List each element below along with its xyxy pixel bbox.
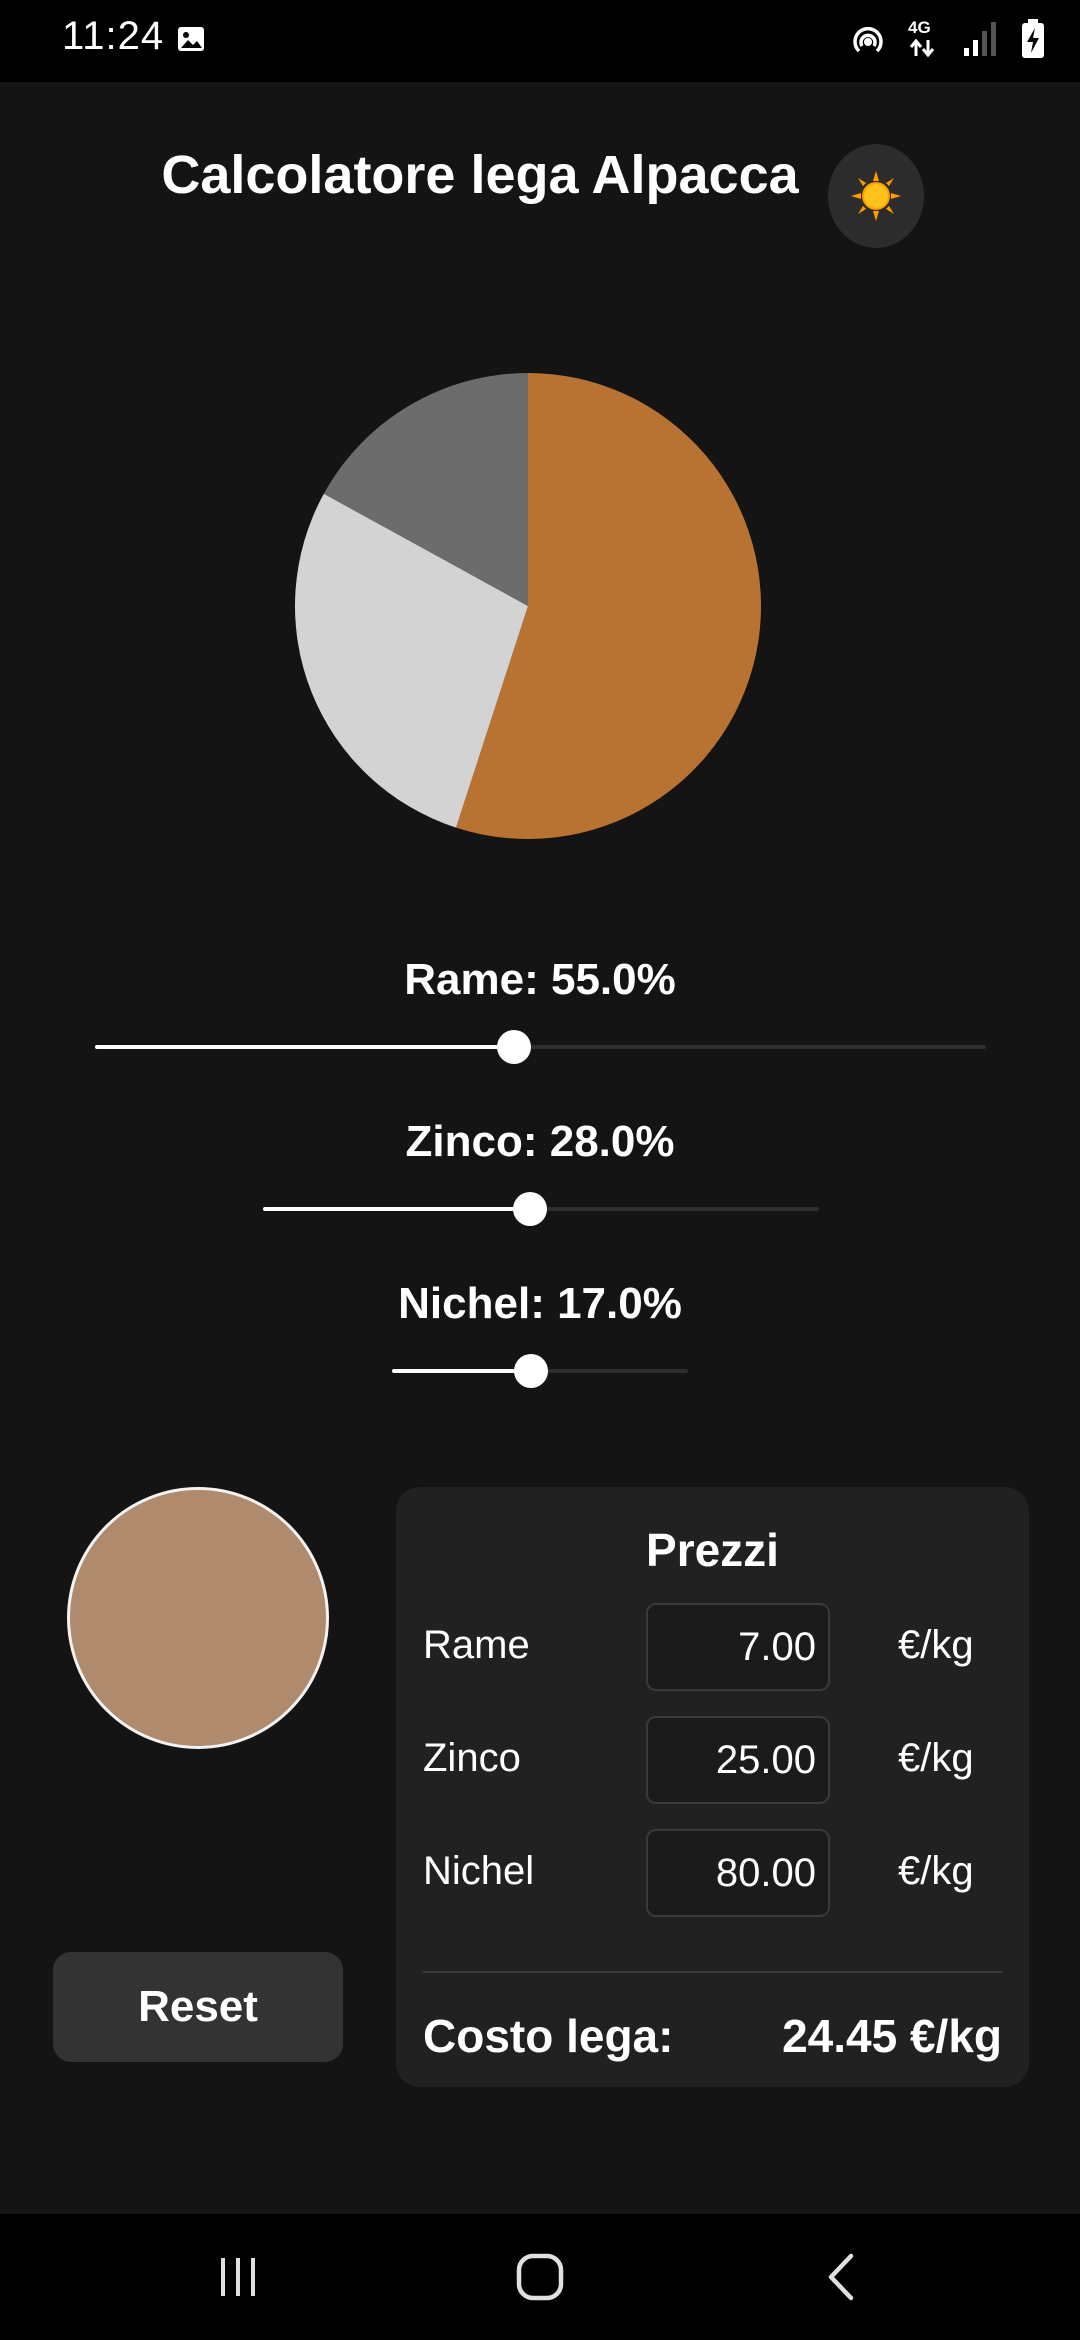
hotspot-icon <box>853 26 883 53</box>
recent-apps-icon <box>221 2258 255 2296</box>
price-input-rame[interactable] <box>646 1603 830 1691</box>
price-metal-label: Rame <box>423 1623 530 1667</box>
price-unit-label: €/kg <box>898 1849 974 1893</box>
sun-icon <box>851 171 901 221</box>
price-metal-label: Zinco <box>423 1736 521 1780</box>
slider-label-nichel: Nichel: 17.0% <box>398 1279 682 1328</box>
recent-apps-button[interactable] <box>198 2244 278 2310</box>
gallery-icon <box>178 27 204 51</box>
price-row-rame: Rame €/kg <box>396 1603 1029 1691</box>
page-title: Calcolatore lega Alpacca <box>161 145 799 205</box>
battery-charging-icon <box>1022 19 1044 58</box>
price-unit-label: €/kg <box>898 1736 974 1780</box>
alloy-cost-label: Costo lega: <box>423 2010 674 2062</box>
slider-nichel[interactable] <box>392 1354 688 1388</box>
slider-thumb[interactable] <box>512 1192 547 1226</box>
alloy-color-preview <box>67 1487 329 1749</box>
clock: 11:24 <box>62 14 165 58</box>
prices-card: Prezzi Rame €/kg Zinco €/kg Nichel €/kg … <box>396 1487 1029 2087</box>
slider-label-zinco: Zinco: 28.0% <box>405 1117 675 1166</box>
price-unit-label: €/kg <box>898 1623 974 1667</box>
price-metal-label: Nichel <box>423 1849 535 1893</box>
home-button[interactable] <box>500 2244 580 2310</box>
divider <box>423 1971 1002 1973</box>
back-button[interactable] <box>802 2244 882 2310</box>
slider-fill <box>95 1045 514 1049</box>
slider-fill <box>263 1207 530 1211</box>
slider-fill <box>392 1369 532 1373</box>
navigation-bar <box>0 2214 1080 2340</box>
slider-label-rame: Rame: 55.0% <box>404 955 676 1004</box>
network-4g-icon: 4G <box>908 18 940 60</box>
alloy-cost-value: 24.45 €/kg <box>782 2010 1002 2062</box>
price-row-zinco: Zinco €/kg <box>396 1716 1029 1804</box>
status-icons: 4G <box>848 18 1046 60</box>
reset-button[interactable]: Reset <box>53 1952 343 2062</box>
theme-toggle-button[interactable] <box>828 144 924 248</box>
slider-thumb[interactable] <box>496 1030 531 1064</box>
data-arrows-icon <box>909 38 935 58</box>
price-row-nichel: Nichel €/kg <box>396 1829 1029 1917</box>
status-bar: 11:24 4G <box>0 0 1080 82</box>
price-input-zinco[interactable] <box>646 1716 830 1804</box>
composition-pie-chart <box>295 373 761 839</box>
signal-icon <box>964 22 996 56</box>
slider-zinco[interactable] <box>263 1192 819 1226</box>
prices-title: Prezzi <box>646 1524 779 1576</box>
home-icon <box>516 2253 564 2301</box>
slider-rame[interactable] <box>95 1030 986 1064</box>
pie-svg <box>295 373 761 839</box>
slider-thumb[interactable] <box>514 1354 549 1388</box>
network-label: 4G <box>908 18 931 37</box>
back-icon <box>828 2253 854 2301</box>
price-input-nichel[interactable] <box>646 1829 830 1917</box>
